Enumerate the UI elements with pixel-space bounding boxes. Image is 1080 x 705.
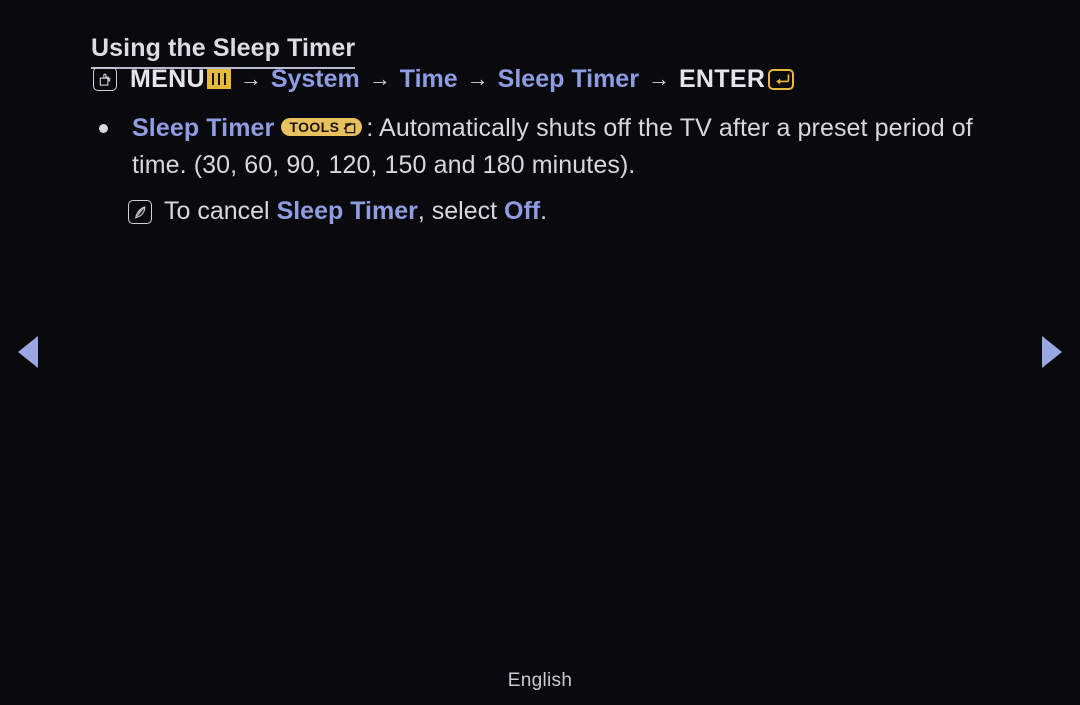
path-arrow-4: →: [647, 66, 670, 91]
bullet-dot-icon: [99, 124, 108, 133]
enter-label: ENTER: [678, 65, 766, 93]
note-text: To cancel Sleep Timer, select Off.: [164, 194, 547, 228]
menu-label: MENU: [130, 65, 205, 93]
enter-button-label-group: ENTER: [678, 62, 795, 96]
note-suffix: .: [540, 197, 548, 225]
path-arrow-2: →: [368, 66, 391, 91]
path-item-time[interactable]: Time: [400, 62, 458, 96]
enter-return-icon: [768, 68, 795, 90]
menu-bars-icon: [206, 69, 231, 89]
note-quill-icon: [128, 200, 152, 224]
prev-page-arrow[interactable]: [18, 336, 38, 368]
feature-description-block: Sleep Timer TOOLS : Automatically shuts o…: [99, 110, 1019, 184]
hand-press-icon: [93, 67, 117, 91]
note-middle: , select: [417, 197, 504, 225]
ebook-page: Using the Sleep Timer MENU → System → Ti…: [0, 0, 1080, 705]
tools-badge: TOOLS: [281, 118, 363, 137]
bullet-text: Sleep Timer TOOLS : Automatically shuts o…: [132, 110, 1019, 184]
bullet-item: Sleep Timer TOOLS : Automatically shuts o…: [99, 110, 1019, 184]
footer-language: English: [507, 670, 573, 691]
menu-button-label-group: MENU: [130, 62, 231, 96]
path-item-system[interactable]: System: [271, 62, 360, 96]
path-arrow-3: →: [466, 66, 489, 91]
tools-badge-label: TOOLS: [289, 119, 340, 136]
menu-path-breadcrumb: MENU → System → Time → Sleep Timer → ENT…: [93, 62, 795, 96]
path-item-sleep-timer[interactable]: Sleep Timer: [498, 62, 639, 96]
note-term-sleep-timer: Sleep Timer: [276, 197, 418, 225]
note-prefix: To cancel: [164, 197, 277, 225]
path-arrow-1: →: [239, 66, 262, 91]
note-option-off: Off: [504, 197, 541, 225]
next-page-arrow[interactable]: [1042, 336, 1062, 368]
feature-name: Sleep Timer: [132, 114, 275, 142]
note-line: To cancel Sleep Timer, select Off.: [128, 194, 547, 228]
tools-arrow-icon: [343, 121, 356, 134]
